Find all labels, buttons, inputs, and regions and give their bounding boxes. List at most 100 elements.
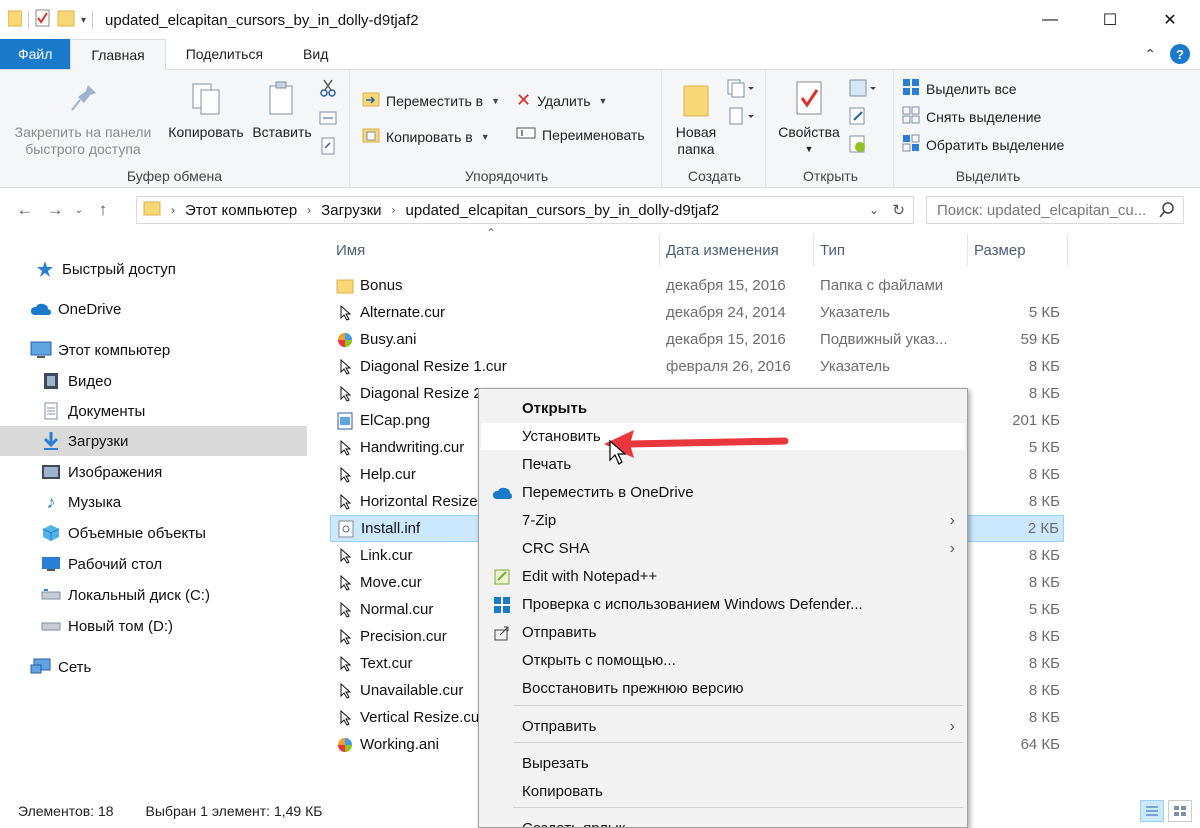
- sidebar-item-drive-c[interactable]: Локальный диск (C:): [0, 580, 307, 610]
- select-group-label: Выделить: [955, 168, 1021, 184]
- sidebar-item-network[interactable]: Сеть: [0, 652, 307, 682]
- context-menu-item[interactable]: Вырезать: [481, 750, 965, 777]
- copy-button[interactable]: Копировать: [160, 80, 252, 141]
- sidebar-item-documents[interactable]: Документы: [0, 396, 307, 426]
- file-name: Vertical Resize.cur: [360, 709, 485, 726]
- invert-selection-button[interactable]: Обратить выделение: [902, 134, 1064, 155]
- column-header-name[interactable]: Имя: [330, 234, 660, 266]
- chevron-right-icon[interactable]: ›: [392, 203, 396, 217]
- easy-access-icon[interactable]: [726, 106, 756, 130]
- properties-button[interactable]: Свойства ▼: [774, 80, 844, 158]
- file-row[interactable]: Busy.ani декабря 15, 2016 Подвижный указ..…: [330, 326, 1064, 353]
- sidebar-item-quick-access[interactable]: Быстрый доступ: [0, 254, 307, 284]
- paste-shortcut-icon[interactable]: [318, 136, 338, 160]
- context-menu-item[interactable]: CRC SHA ›: [481, 535, 965, 562]
- copy-path-icon[interactable]: [318, 108, 338, 132]
- open-icon[interactable]: [848, 78, 878, 102]
- paste-label: Вставить: [252, 124, 312, 140]
- context-menu-item[interactable]: Восстановить прежнюю версию: [481, 675, 965, 702]
- search-input[interactable]: Поиск: updated_elcapitan_cu...: [937, 202, 1146, 219]
- file-row[interactable]: Alternate.cur декабря 24, 2014 Указатель 5 …: [330, 299, 1064, 326]
- refresh-icon[interactable]: ↻: [892, 201, 905, 219]
- context-menu-item[interactable]: Открыть с помощью...: [481, 647, 965, 674]
- context-menu-item[interactable]: Переместить в OneDrive: [481, 479, 965, 506]
- context-menu-item-label: Создать ярлык: [522, 820, 625, 827]
- details-view-icon[interactable]: [1140, 800, 1164, 822]
- search-icon[interactable]: [1159, 201, 1175, 223]
- sidebar-item-pictures[interactable]: Изображения: [0, 457, 307, 487]
- paste-button[interactable]: Вставить: [250, 80, 314, 141]
- select-all-button[interactable]: Выделить все: [902, 78, 1017, 99]
- invert-selection-icon: [902, 134, 920, 155]
- breadcrumb-current-folder[interactable]: updated_elcapitan_cursors_by_in_dolly-d9…: [406, 202, 720, 219]
- context-menu-item[interactable]: Отправить ›: [481, 713, 965, 740]
- maximize-button[interactable]: ☐: [1080, 0, 1140, 40]
- sidebar-item-this-pc[interactable]: Этот компьютер: [0, 335, 307, 365]
- sidebar-item-drive-d[interactable]: Новый том (D:): [0, 611, 307, 641]
- drive-icon: [40, 616, 62, 636]
- tab-file[interactable]: Файл: [0, 39, 71, 69]
- select-none-button[interactable]: Снять выделение: [902, 106, 1041, 127]
- breadcrumb-downloads[interactable]: Загрузки: [321, 202, 381, 219]
- tab-share[interactable]: Поделиться: [166, 39, 283, 69]
- properties-icon[interactable]: [35, 9, 51, 31]
- copy-to-button[interactable]: Копировать в ▼: [362, 126, 490, 147]
- context-menu-item[interactable]: Edit with Notepad++: [481, 563, 965, 590]
- tab-view[interactable]: Вид: [283, 39, 348, 69]
- file-name: Diagonal Resize 1.cur: [360, 358, 507, 375]
- expand-ribbon-icon[interactable]: ⌃: [1144, 46, 1156, 63]
- close-button[interactable]: ✕: [1140, 0, 1200, 40]
- tab-home[interactable]: Главная: [70, 39, 166, 70]
- context-menu-item[interactable]: 7-Zip ›: [481, 507, 965, 534]
- sidebar-item-video[interactable]: Видео: [0, 366, 307, 396]
- forward-arrow-icon[interactable]: →: [40, 200, 70, 220]
- sidebar-item-onedrive[interactable]: OneDrive: [0, 294, 307, 324]
- customize-qat-icon[interactable]: ▾: [81, 15, 86, 26]
- move-to-button[interactable]: Переместить в ▼: [362, 90, 500, 111]
- sidebar-item-music[interactable]: ♪ Музыка: [0, 487, 307, 517]
- cursor-file-icon: [336, 492, 354, 512]
- edit-icon[interactable]: [848, 106, 868, 130]
- rename-button[interactable]: Переименовать: [516, 126, 645, 143]
- cursor-file-icon: [336, 681, 354, 701]
- chevron-right-icon[interactable]: ›: [171, 203, 175, 217]
- context-menu-item[interactable]: Создать ярлык: [481, 815, 965, 827]
- column-header-type[interactable]: Тип: [814, 234, 968, 266]
- sidebar-item-label: OneDrive: [58, 300, 122, 318]
- context-menu-item[interactable]: Отправить: [481, 619, 965, 646]
- large-icons-view-icon[interactable]: [1168, 800, 1192, 822]
- file-row[interactable]: Diagonal Resize 1.cur февраля 26, 2016 Ука…: [330, 353, 1064, 380]
- sidebar-item-desktop[interactable]: Рабочий стол: [0, 549, 307, 579]
- help-icon[interactable]: ?: [1170, 44, 1190, 64]
- ribbon-tabs: Файл Главная Поделиться Вид ⌃ ?: [0, 39, 1200, 70]
- file-row[interactable]: Bonus декабря 15, 2016 Папка с файлами: [330, 272, 1064, 299]
- new-folder-button[interactable]: Новая папка: [670, 80, 722, 158]
- sidebar-item-label: Этот компьютер: [58, 341, 171, 359]
- chevron-right-icon[interactable]: ›: [307, 203, 311, 217]
- scissors-icon[interactable]: [318, 78, 338, 102]
- divider: [92, 11, 94, 29]
- address-dropdown-icon[interactable]: ⌄: [869, 203, 879, 217]
- sidebar-item-3d-objects[interactable]: Объемные объекты: [0, 518, 307, 548]
- back-arrow-icon[interactable]: ←: [10, 200, 40, 220]
- up-arrow-icon[interactable]: ↑: [88, 200, 118, 220]
- new-item-icon[interactable]: [726, 78, 756, 102]
- delete-button[interactable]: ✕ Удалить ▼: [516, 90, 607, 111]
- pin-quick-access-button[interactable]: Закрепить на панели быстрого доступа: [8, 80, 158, 158]
- context-menu-item[interactable]: Открыть: [481, 395, 965, 422]
- recent-locations-icon[interactable]: ⌄: [70, 205, 88, 216]
- new-folder-icon[interactable]: [57, 9, 75, 31]
- search-box[interactable]: Поиск: updated_elcapitan_cu...: [926, 196, 1184, 224]
- history-icon[interactable]: [848, 134, 868, 158]
- context-menu-item[interactable]: Проверка с использованием Windows Defend…: [481, 591, 965, 618]
- address-bar[interactable]: › Этот компьютер › Загрузки › updated_el…: [136, 196, 914, 224]
- sidebar-item-downloads[interactable]: Загрузки: [0, 426, 307, 456]
- breadcrumb-this-pc[interactable]: Этот компьютер: [185, 202, 297, 219]
- column-header-size[interactable]: Размер: [968, 234, 1068, 266]
- file-date: декабря 15, 2016: [666, 277, 786, 294]
- column-header-date[interactable]: Дата изменения: [660, 234, 814, 266]
- minimize-button[interactable]: —: [1020, 0, 1080, 40]
- context-menu-item[interactable]: Копировать: [481, 778, 965, 805]
- pictures-icon: [40, 462, 62, 482]
- file-date: декабря 15, 2016: [666, 331, 786, 348]
